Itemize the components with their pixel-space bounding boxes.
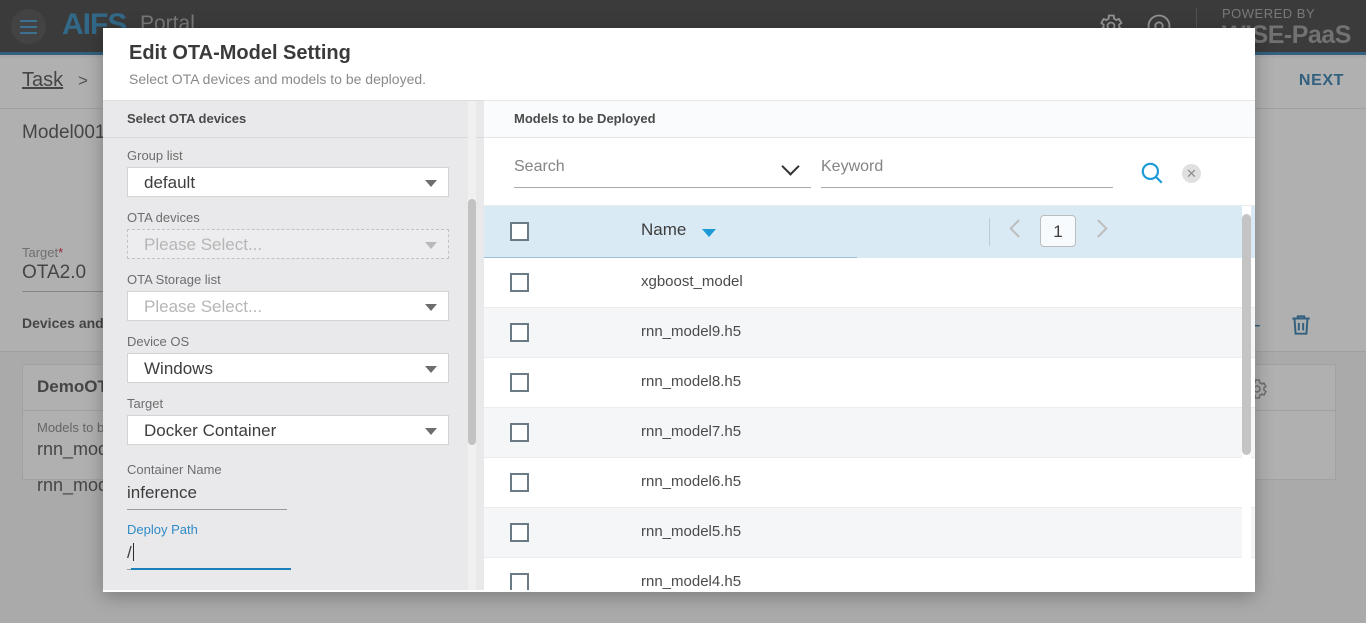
search-field-underline bbox=[514, 187, 811, 188]
ota-devices-placeholder: Please Select... bbox=[144, 235, 263, 254]
row-checkbox[interactable] bbox=[510, 323, 529, 342]
magnifier-icon[interactable] bbox=[1139, 160, 1165, 186]
table-row[interactable]: rnn_model4.h5 bbox=[484, 558, 1255, 592]
target-value: Docker Container bbox=[144, 421, 277, 440]
field-deploy-path: Deploy Path / bbox=[127, 522, 291, 570]
device-os-select[interactable]: Windows bbox=[127, 353, 449, 383]
chevron-down-icon bbox=[425, 242, 437, 249]
field-label-container-name: Container Name bbox=[127, 462, 222, 477]
table-row[interactable]: rnn_model7.h5 bbox=[484, 408, 1255, 458]
container-name-underline bbox=[127, 509, 287, 510]
column-header-name[interactable]: Name bbox=[641, 220, 686, 240]
ota-storage-list-select[interactable]: Please Select... bbox=[127, 291, 449, 321]
group-list-select[interactable]: default bbox=[127, 167, 449, 197]
group-list-value: default bbox=[144, 173, 196, 192]
search-field-placeholder: Search bbox=[514, 158, 565, 175]
ota-devices-select[interactable]: Please Select... bbox=[127, 229, 449, 259]
field-group-list: Group list default bbox=[127, 148, 449, 197]
table-row[interactable]: rnn_model9.h5 bbox=[484, 308, 1255, 358]
select-all-checkbox[interactable] bbox=[510, 222, 529, 241]
search-field-select[interactable]: Search bbox=[514, 152, 811, 188]
deploy-path-input[interactable]: / bbox=[127, 541, 291, 570]
deploy-path-value-wrap: / bbox=[127, 541, 287, 565]
row-checkbox[interactable] bbox=[510, 523, 529, 542]
model-search-bar: Search Keyword ✕ bbox=[484, 138, 1255, 206]
keyword-input[interactable]: Keyword bbox=[821, 152, 1113, 188]
table-row[interactable]: rnn_model6.h5 bbox=[484, 458, 1255, 508]
table-row[interactable]: xgboost_model bbox=[484, 258, 1255, 308]
model-name: rnn_model5.h5 bbox=[641, 523, 742, 540]
right-panel-header-label: Models to be Deployed bbox=[514, 111, 656, 126]
row-checkbox[interactable] bbox=[510, 423, 529, 442]
text-cursor bbox=[132, 543, 134, 561]
deploy-path-value: / bbox=[127, 543, 132, 562]
model-list-scrollbar-thumb[interactable] bbox=[1242, 214, 1251, 455]
model-name: rnn_model7.h5 bbox=[641, 423, 742, 440]
chevron-right-icon[interactable] bbox=[1089, 219, 1108, 238]
clear-circle-icon[interactable]: ✕ bbox=[1182, 164, 1201, 183]
sort-descending-icon[interactable] bbox=[702, 229, 716, 237]
dialog-header: Edit OTA-Model Setting Select OTA device… bbox=[103, 28, 1255, 100]
model-table-header: Name 1 bbox=[484, 206, 1255, 259]
model-name: xgboost_model bbox=[641, 273, 743, 290]
field-device-os: Device OS Windows bbox=[127, 334, 449, 383]
chevron-down-icon bbox=[425, 304, 437, 311]
page-number-input[interactable]: 1 bbox=[1040, 215, 1076, 247]
dialog-title: Edit OTA-Model Setting bbox=[129, 42, 351, 64]
table-row[interactable]: rnn_model8.h5 bbox=[484, 358, 1255, 408]
model-name: rnn_model8.h5 bbox=[641, 373, 742, 390]
model-name: rnn_model4.h5 bbox=[641, 573, 742, 590]
container-name-value: inference bbox=[127, 483, 197, 502]
deploy-path-underline-focus bbox=[131, 568, 291, 570]
ota-storage-list-placeholder: Please Select... bbox=[144, 297, 263, 316]
target-select[interactable]: Docker Container bbox=[127, 415, 449, 445]
field-label-target: Target bbox=[127, 396, 164, 411]
field-label-device-os: Device OS bbox=[127, 334, 190, 349]
model-name: rnn_model6.h5 bbox=[641, 473, 742, 490]
select-ota-devices-panel: Select OTA devices Group list default OT… bbox=[103, 100, 484, 592]
keyword-placeholder: Keyword bbox=[821, 158, 884, 175]
field-target: Target Docker Container bbox=[127, 396, 449, 445]
field-label-ota-devices: OTA devices bbox=[127, 210, 200, 225]
keyword-underline bbox=[821, 187, 1113, 188]
field-label-group-list: Group list bbox=[127, 148, 183, 163]
chevron-left-icon[interactable] bbox=[1009, 219, 1028, 238]
field-ota-storage-list: OTA Storage list Please Select... bbox=[127, 272, 449, 321]
chevron-down-icon bbox=[425, 428, 437, 435]
models-to-be-deployed-panel: Models to be Deployed Search Keyword ✕ N… bbox=[484, 100, 1255, 592]
right-panel-header: Models to be Deployed bbox=[484, 101, 1255, 138]
dialog-subtitle: Select OTA devices and models to be depl… bbox=[129, 71, 427, 87]
chevron-down-icon bbox=[425, 180, 437, 187]
device-os-value: Windows bbox=[144, 359, 213, 378]
field-container-name: Container Name inference bbox=[127, 462, 287, 510]
edit-ota-model-setting-dialog: Edit OTA-Model Setting Select OTA device… bbox=[103, 28, 1255, 592]
container-name-input[interactable]: inference bbox=[127, 481, 287, 510]
row-checkbox[interactable] bbox=[510, 473, 529, 492]
pagination-divider bbox=[989, 218, 990, 246]
left-panel-header: Select OTA devices bbox=[103, 101, 484, 138]
field-ota-devices: OTA devices Please Select... bbox=[127, 210, 449, 259]
left-panel-header-label: Select OTA devices bbox=[127, 111, 247, 126]
chevron-down-icon bbox=[425, 366, 437, 373]
dialog-bottom-edge bbox=[103, 590, 1255, 592]
row-checkbox[interactable] bbox=[510, 373, 529, 392]
table-row[interactable]: rnn_model5.h5 bbox=[484, 508, 1255, 558]
left-panel-scrollbar-thumb[interactable] bbox=[468, 199, 476, 445]
model-table-body: xgboost_model rnn_model9.h5 rnn_model8.h5r… bbox=[484, 258, 1255, 592]
row-checkbox[interactable] bbox=[510, 273, 529, 292]
chevron-down-icon bbox=[781, 157, 800, 176]
model-name: rnn_model9.h5 bbox=[641, 323, 742, 340]
ota-device-form: Group list default OTA devices Please Se… bbox=[103, 138, 484, 592]
field-label-ota-storage-list: OTA Storage list bbox=[127, 272, 221, 287]
field-label-deploy-path: Deploy Path bbox=[127, 522, 198, 537]
